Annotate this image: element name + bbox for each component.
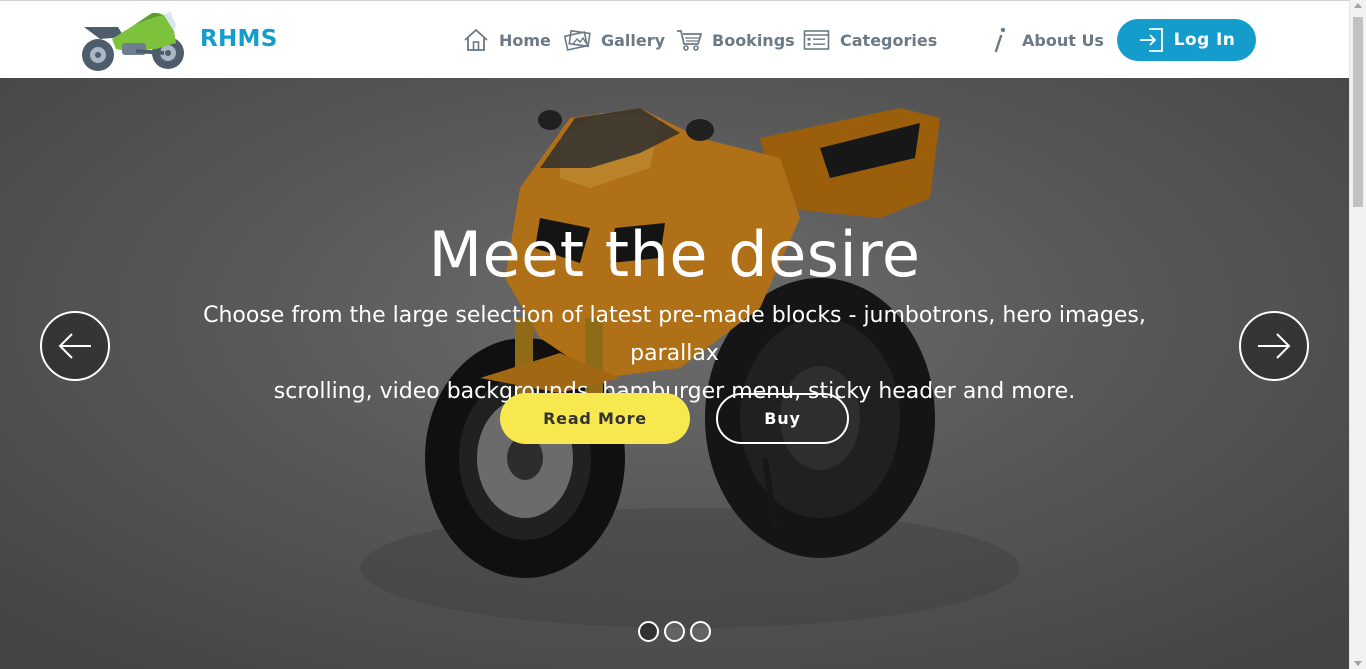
brand-name[interactable]: RHMS — [200, 26, 278, 52]
nav-bookings-label[interactable]: Bookings — [712, 31, 795, 50]
arrow-left-icon — [58, 333, 91, 359]
login-label[interactable]: Log In — [1174, 30, 1235, 50]
nav-about-label[interactable]: About Us — [1022, 31, 1104, 50]
page-scrollbar[interactable] — [1349, 0, 1366, 669]
carousel-next-button[interactable] — [1239, 311, 1309, 381]
login-icon — [1139, 28, 1163, 52]
read-more-button[interactable]: Read More — [500, 393, 690, 444]
buy-button[interactable]: Buy — [716, 393, 849, 444]
arrow-right-icon — [1258, 333, 1291, 359]
nav-categories-label[interactable]: Categories — [840, 31, 937, 50]
login-button[interactable]: Log In — [1117, 19, 1256, 61]
cart-icon — [677, 30, 702, 51]
carousel-indicators — [638, 621, 716, 642]
hero-subtitle: Choose from the large selection of lates… — [160, 297, 1189, 411]
brand[interactable]: RHMS — [78, 9, 278, 73]
nav-gallery-label[interactable]: Gallery — [601, 31, 665, 50]
nav-about[interactable]: About Us — [988, 23, 1104, 57]
nav-home[interactable]: Home — [463, 23, 551, 57]
nav-gallery[interactable]: Gallery — [564, 23, 665, 57]
scroll-thumb[interactable] — [1353, 17, 1363, 207]
navbar: RHMS Home Gallery Bookings Categories Ab… — [0, 0, 1349, 78]
info-icon — [994, 27, 1006, 53]
carousel-indicator-3[interactable] — [690, 621, 711, 642]
motorcycle-icon[interactable] — [78, 9, 188, 73]
gallery-icon — [564, 29, 591, 51]
nav-home-label[interactable]: Home — [499, 31, 551, 50]
nav-categories[interactable]: Categories — [803, 23, 937, 57]
nav-bookings[interactable]: Bookings — [676, 23, 795, 57]
list-icon — [803, 30, 830, 50]
hero-title: Meet the desire — [428, 218, 921, 291]
scroll-down-arrow-icon[interactable] — [1354, 661, 1362, 666]
scroll-up-arrow-icon[interactable] — [1354, 3, 1362, 8]
carousel-prev-button[interactable] — [40, 311, 110, 381]
carousel-indicator-1[interactable] — [638, 621, 659, 642]
carousel-indicator-2[interactable] — [664, 621, 685, 642]
home-icon — [464, 28, 488, 51]
hero-subtitle-line1: Choose from the large selection of lates… — [203, 303, 1146, 366]
hero-carousel: Meet the desire Choose from the large se… — [0, 78, 1349, 669]
